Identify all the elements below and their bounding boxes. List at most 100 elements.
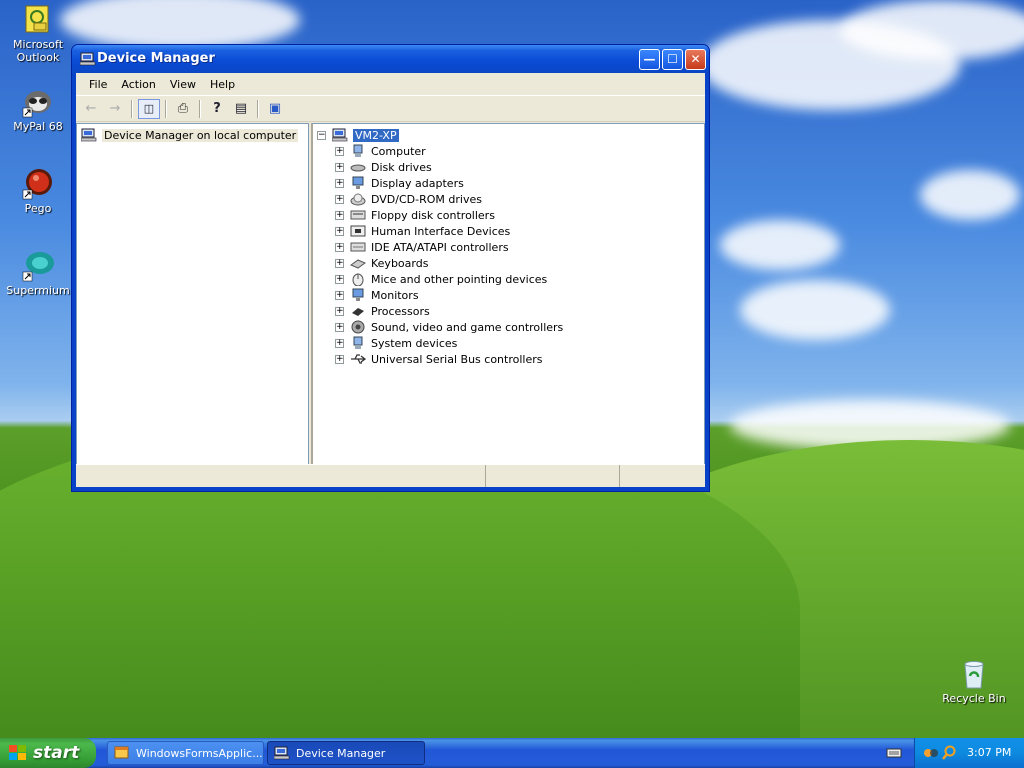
windows-logo-icon <box>9 745 27 766</box>
console-tree-pane[interactable]: Device Manager on local computer <box>76 123 309 465</box>
menu-bar: File Action View Help <box>76 73 705 96</box>
expand-icon[interactable]: + <box>335 162 344 172</box>
tree-item[interactable]: + Mice and other pointing devices <box>335 271 547 287</box>
desktop-icon-supermium[interactable]: Supermium <box>3 250 73 297</box>
show-hide-tree-button[interactable]: ◫ <box>138 98 160 119</box>
console-tree-root[interactable]: Device Manager on local computer <box>81 127 299 143</box>
tree-root[interactable]: − VM2-XP <box>317 127 399 143</box>
raccoon-icon <box>22 86 54 118</box>
tree-item[interactable]: + Disk drives <box>335 159 432 175</box>
keyboard-icon <box>350 256 366 270</box>
maximize-icon: ☐ <box>667 52 678 66</box>
clock[interactable]: 3:07 PM <box>967 746 1011 759</box>
tree-item[interactable]: + Sound, video and game controllers <box>335 319 563 335</box>
panes: Device Manager on local computer − VM2-X… <box>76 123 705 467</box>
cdrom-icon <box>350 192 366 206</box>
disk-drive-icon <box>350 160 366 174</box>
toolbar: ← → ◫ ⎙ ? ▤ ▣ <box>76 96 705 122</box>
expand-icon[interactable]: + <box>335 242 344 252</box>
back-button[interactable]: ← <box>80 99 102 119</box>
menu-view[interactable]: View <box>163 78 203 91</box>
window-title: Device Manager <box>97 51 215 66</box>
desktop-icon-label: Microsoft Outlook <box>12 38 64 64</box>
maximize-button[interactable]: ☐ <box>662 49 683 70</box>
tree-item[interactable]: + Computer <box>335 143 426 159</box>
tree-item[interactable]: + Universal Serial Bus controllers <box>335 351 542 367</box>
window-client: File Action View Help ← → ◫ ⎙ ? ▤ ▣ Devi… <box>76 73 705 487</box>
search-icon[interactable] <box>941 745 957 764</box>
menu-help[interactable]: Help <box>203 78 242 91</box>
status-pane-1 <box>76 465 486 487</box>
printer-icon: ⎙ <box>177 101 189 116</box>
task-device-manager[interactable]: Device Manager <box>267 741 425 765</box>
tree-item-label: Floppy disk controllers <box>371 208 495 222</box>
tree-item-label: Computer <box>371 144 426 158</box>
tree-item-label: Mice and other pointing devices <box>371 272 548 286</box>
expand-icon[interactable]: + <box>335 146 344 156</box>
tree-item[interactable]: + System devices <box>335 335 457 351</box>
tree-item[interactable]: + Monitors <box>335 287 419 303</box>
tray-app-icon[interactable] <box>923 746 939 763</box>
device-manager-window: Device Manager — ☐ ✕ File Action View He… <box>71 44 710 492</box>
monitor-icon <box>350 288 366 302</box>
computer-icon <box>332 128 348 142</box>
tree-item[interactable]: + Processors <box>335 303 430 319</box>
menu-action[interactable]: Action <box>114 78 162 91</box>
help-button[interactable]: ? <box>206 99 228 119</box>
back-arrow-icon: ← <box>85 101 97 116</box>
menu-file[interactable]: File <box>82 78 114 91</box>
title-bar[interactable]: Device Manager — ☐ ✕ <box>72 45 709 73</box>
device-manager-icon <box>79 52 96 66</box>
start-label: start <box>33 743 80 763</box>
expand-icon[interactable]: + <box>335 322 344 332</box>
desktop-icon-label: MyPal 68 <box>13 120 63 133</box>
expand-icon[interactable]: + <box>335 290 344 300</box>
app-window-icon <box>114 746 130 760</box>
close-icon: ✕ <box>690 52 701 66</box>
tree-item-label: DVD/CD-ROM drives <box>371 192 482 206</box>
tree-item-label: Human Interface Devices <box>371 224 511 238</box>
tree-item[interactable]: + Display adapters <box>335 175 464 191</box>
forward-button[interactable]: → <box>104 99 126 119</box>
mouse-icon <box>350 272 366 286</box>
tree-item-label: Processors <box>371 304 430 318</box>
tree-item[interactable]: + Human Interface Devices <box>335 223 510 239</box>
expand-icon[interactable]: + <box>335 338 344 348</box>
expand-icon[interactable]: + <box>335 354 344 364</box>
scan-hardware-button[interactable]: ▣ <box>264 99 286 119</box>
start-button[interactable]: start <box>0 738 96 768</box>
expand-icon[interactable]: + <box>335 194 344 204</box>
tree-item[interactable]: + Floppy disk controllers <box>335 207 495 223</box>
expand-icon[interactable]: + <box>335 274 344 284</box>
tree-item[interactable]: + Keyboards <box>335 255 428 271</box>
tree-item-label: Universal Serial Bus controllers <box>371 352 543 366</box>
tree-item-label: Disk drives <box>371 160 432 174</box>
tree-item-label: Sound, video and game controllers <box>371 320 564 334</box>
minimize-button[interactable]: — <box>639 49 660 70</box>
floppy-icon <box>350 208 366 222</box>
desktop-icon-recycle-bin[interactable]: Recycle Bin <box>939 658 1009 705</box>
task-windowsforms[interactable]: WindowsFormsApplic... <box>107 741 264 765</box>
keyboard-layout-icon[interactable] <box>886 747 902 762</box>
desktop-icon-pego[interactable]: Pego <box>3 168 73 215</box>
computer-icon <box>81 128 97 142</box>
expand-icon[interactable]: + <box>335 306 344 316</box>
expand-icon[interactable]: + <box>335 226 344 236</box>
desktop-icon-outlook[interactable]: Microsoft Outlook <box>3 4 73 64</box>
tree-item-label: System devices <box>371 336 458 350</box>
tree-item[interactable]: + DVD/CD-ROM drives <box>335 191 482 207</box>
ide-icon <box>350 240 366 254</box>
desktop-icon-mypal[interactable]: MyPal 68 <box>3 86 73 133</box>
expand-icon[interactable]: + <box>335 258 344 268</box>
properties-button[interactable]: ▤ <box>230 99 252 119</box>
device-tree-pane[interactable]: − VM2-XP + Computer + Disk drives + Disp… <box>311 123 705 465</box>
close-button[interactable]: ✕ <box>685 49 706 70</box>
expand-icon[interactable]: + <box>335 210 344 220</box>
console-tree-icon: ◫ <box>143 102 155 115</box>
system-tray: 3:07 PM <box>914 738 1024 768</box>
expand-icon[interactable]: + <box>335 178 344 188</box>
console-tree-root-label: Device Manager on local computer <box>102 128 299 142</box>
print-button[interactable]: ⎙ <box>172 99 194 119</box>
collapse-icon[interactable]: − <box>317 130 326 140</box>
tree-item[interactable]: + IDE ATA/ATAPI controllers <box>335 239 509 255</box>
